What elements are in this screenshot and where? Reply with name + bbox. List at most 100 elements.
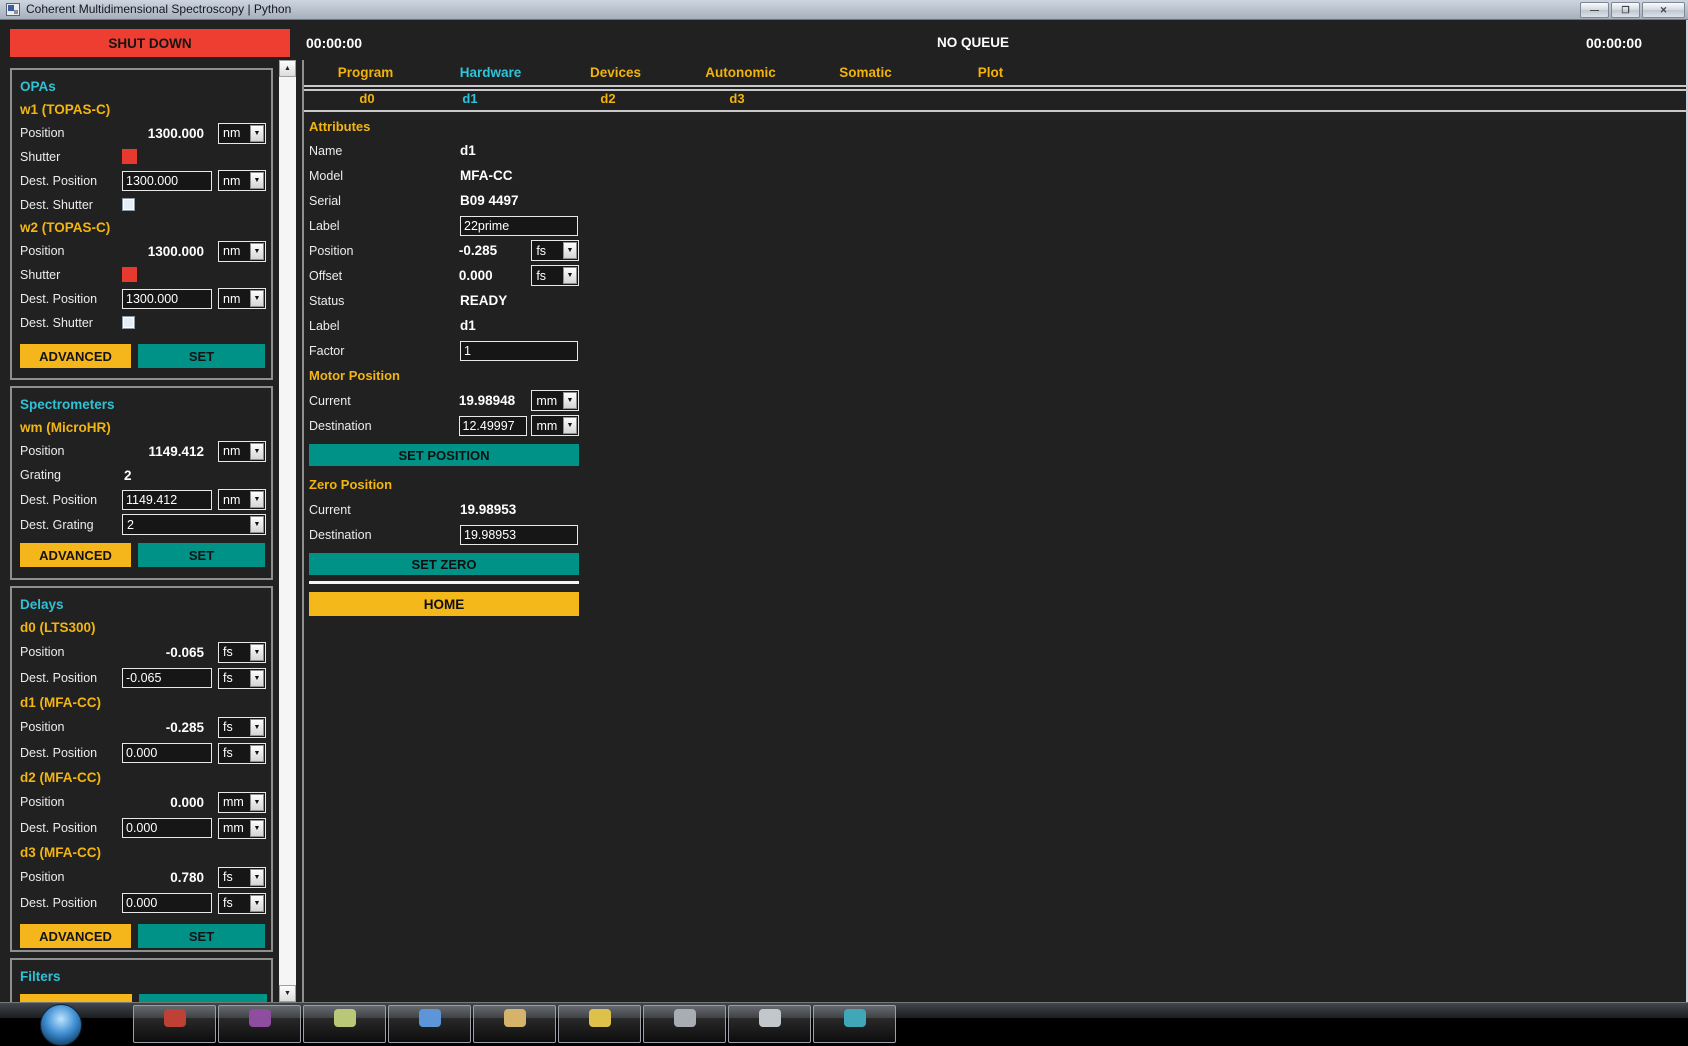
app-icon — [6, 3, 20, 16]
home-button[interactable]: HOME — [309, 592, 579, 616]
advanced-button[interactable]: ADVANCED — [20, 543, 131, 567]
set-zero-button[interactable]: SET ZERO — [309, 553, 579, 575]
tab-hardware[interactable]: Hardware — [428, 62, 553, 84]
tab-devices[interactable]: Devices — [553, 62, 678, 84]
position-unit-select[interactable]: fs ▼ — [531, 240, 579, 261]
position-unit-select[interactable]: nm ▼ — [218, 441, 266, 462]
dest-position-unit-select[interactable]: mm ▼ — [218, 818, 266, 839]
taskbar-app[interactable] — [218, 1005, 301, 1043]
minimize-button[interactable]: — — [1580, 2, 1609, 18]
dropdown-arrow-icon: ▼ — [250, 243, 264, 260]
taskbar-app[interactable] — [473, 1005, 556, 1043]
app-icon — [674, 1009, 696, 1027]
set-position-button[interactable]: SET POSITION — [309, 444, 579, 466]
position-unit-select[interactable]: fs ▼ — [218, 717, 266, 738]
position-value: 1300.000 — [122, 126, 206, 141]
offset-unit-select[interactable]: fs ▼ — [531, 265, 579, 286]
close-button[interactable]: ✕ — [1642, 2, 1685, 18]
position-value: 1149.412 — [122, 444, 206, 459]
set-button[interactable]: SET — [138, 344, 265, 368]
window-title: Coherent Multidimensional Spectroscopy |… — [26, 0, 291, 19]
position-unit-select[interactable]: fs ▼ — [218, 867, 266, 888]
taskbar-app[interactable] — [133, 1005, 216, 1043]
taskbar-app[interactable] — [728, 1005, 811, 1043]
taskbar-app[interactable] — [643, 1005, 726, 1043]
dest-position-input[interactable] — [122, 818, 212, 838]
restore-button[interactable]: ❐ — [1611, 2, 1640, 18]
scroll-down-button[interactable]: ▼ — [279, 985, 296, 1002]
set-button[interactable] — [139, 994, 267, 1002]
dest-shutter-label: Dest. Shutter — [20, 316, 122, 330]
offset-label: Offset — [309, 269, 459, 283]
dropdown-arrow-icon: ▼ — [250, 516, 264, 533]
sidebar-scrollbar[interactable]: ▲ ▼ — [279, 60, 296, 1002]
scroll-up-button[interactable]: ▲ — [279, 60, 296, 77]
dest-position-input[interactable] — [122, 490, 212, 510]
destination-label: Destination — [309, 419, 459, 433]
factor-input[interactable] — [460, 341, 578, 361]
dest-position-input[interactable] — [122, 743, 212, 763]
motor-current-unit-select[interactable]: mm ▼ — [531, 390, 579, 411]
set-button[interactable]: SET — [138, 543, 265, 567]
zero-destination-input[interactable] — [460, 525, 578, 545]
tab-d0[interactable]: d0 — [339, 90, 395, 108]
dropdown-arrow-icon: ▼ — [250, 895, 264, 912]
tab-program[interactable]: Program — [303, 62, 428, 84]
dropdown-arrow-icon: ▼ — [250, 670, 264, 687]
dest-position-label: Dest. Position — [20, 746, 122, 760]
tab-d2[interactable]: d2 — [580, 90, 636, 108]
position-label: Position — [20, 645, 122, 659]
dest-shutter-checkbox[interactable] — [122, 198, 135, 211]
taskbar-app[interactable] — [303, 1005, 386, 1043]
position-unit-select[interactable]: fs ▼ — [218, 642, 266, 663]
motor-destination-input[interactable] — [459, 416, 527, 436]
advanced-button[interactable]: ADVANCED — [20, 344, 131, 368]
dest-position-input[interactable] — [122, 893, 212, 913]
serial-label: Serial — [309, 194, 460, 208]
advanced-button[interactable]: ADVANCED — [20, 924, 131, 948]
shutter-indicator — [122, 149, 137, 164]
dest-grating-select[interactable]: 2 ▼ — [122, 514, 266, 535]
taskbar-app[interactable] — [388, 1005, 471, 1043]
device-title-d1: d1 (MFA-CC) — [12, 691, 271, 714]
dest-position-input[interactable] — [122, 171, 212, 191]
tab-autonomic[interactable]: Autonomic — [678, 62, 803, 84]
position-unit-select[interactable]: nm ▼ — [218, 123, 266, 144]
motor-current-value: 19.98948 — [459, 393, 531, 408]
dest-position-unit-select[interactable]: nm ▼ — [218, 170, 266, 191]
dest-position-unit-select[interactable]: fs ▼ — [218, 743, 266, 764]
dest-position-label: Dest. Position — [20, 174, 122, 188]
position-unit-select[interactable]: mm ▼ — [218, 792, 266, 813]
dest-position-input[interactable] — [122, 668, 212, 688]
position-value: -0.285 — [122, 720, 206, 735]
dropdown-arrow-icon: ▼ — [250, 820, 264, 837]
set-button[interactable]: SET — [138, 924, 265, 948]
dropdown-arrow-icon: ▼ — [250, 745, 264, 762]
dest-position-unit-select[interactable]: fs ▼ — [218, 893, 266, 914]
dropdown-arrow-icon: ▼ — [250, 869, 264, 886]
dest-position-unit-select[interactable]: fs ▼ — [218, 668, 266, 689]
dest-position-input[interactable] — [122, 289, 212, 309]
dropdown-arrow-icon: ▼ — [563, 417, 577, 434]
position-unit-select[interactable]: nm ▼ — [218, 241, 266, 262]
section-title: Filters — [12, 966, 271, 988]
motor-destination-unit-select[interactable]: mm ▼ — [531, 415, 579, 436]
dest-position-unit-select[interactable]: nm ▼ — [218, 288, 266, 309]
tab-divider-line2 — [303, 89, 1688, 91]
offset-value: 0.000 — [459, 268, 531, 283]
advanced-button[interactable] — [20, 994, 132, 1002]
dest-shutter-checkbox[interactable] — [122, 316, 135, 329]
taskbar-app[interactable] — [813, 1005, 896, 1043]
dropdown-arrow-icon: ▼ — [563, 242, 577, 259]
shutdown-button[interactable]: SHUT DOWN — [10, 29, 290, 57]
remaining-timer: 00:00:00 — [1586, 35, 1642, 51]
tab-d3[interactable]: d3 — [709, 90, 765, 108]
tab-d1[interactable]: d1 — [442, 90, 498, 108]
label-input[interactable] — [460, 216, 578, 236]
tab-plot[interactable]: Plot — [928, 62, 1053, 84]
panel-spectrometers: Spectrometers wm (MicroHR) Position 1149… — [10, 386, 273, 580]
tab-somatic[interactable]: Somatic — [803, 62, 928, 84]
start-button[interactable] — [40, 1004, 82, 1046]
dest-position-unit-select[interactable]: nm ▼ — [218, 489, 266, 510]
taskbar-app[interactable] — [558, 1005, 641, 1043]
